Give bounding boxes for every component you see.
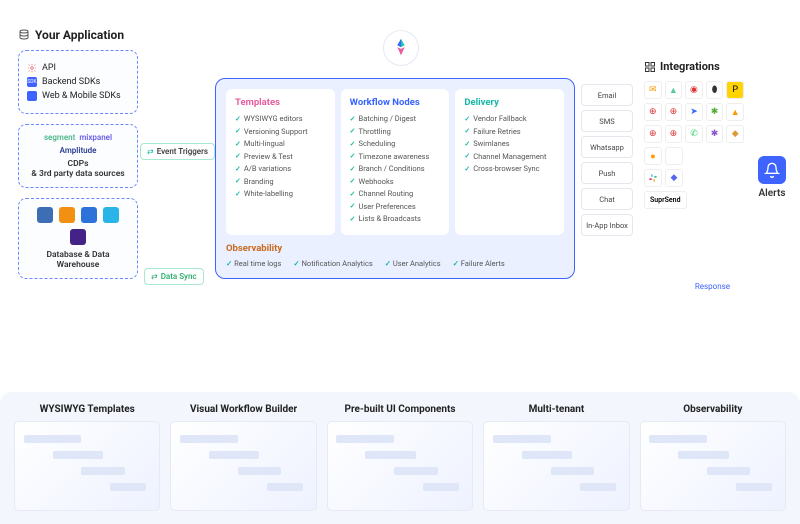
int-row-email: ✉▲◉⬮P	[644, 81, 744, 99]
slack-icon	[644, 169, 662, 187]
thumbnail	[327, 421, 473, 511]
feature-item: Throttling	[350, 127, 441, 136]
feature-item: Channel Routing	[350, 189, 441, 198]
feature-item: White-labelling	[235, 189, 326, 198]
feature-item: Vendor Fallback	[464, 114, 555, 123]
postgres-icon	[37, 207, 53, 223]
sdk-icon: SDK	[27, 77, 37, 87]
workflow-title: Workflow Nodes	[350, 97, 441, 108]
workflow-list: Batching / Digest Throttling Scheduling Tim…	[350, 114, 441, 223]
snowflake-icon	[103, 207, 119, 223]
feature-item: Timezone awareness	[350, 152, 441, 161]
clickhouse-icon	[70, 229, 86, 245]
channel-sms: SMS	[581, 110, 633, 132]
cdp-box: segment mixpanel Amplitude CDPs & 3rd pa…	[18, 124, 138, 188]
feature-card: Observability	[640, 404, 786, 511]
event-triggers-pill: ⇄Event Triggers	[140, 143, 215, 160]
int-row-whatsapp: ⊕⊕✆✱◆	[644, 125, 744, 143]
feature-item: Lists & Broadcasts	[350, 214, 441, 223]
channel-in-app-inbox: In-App Inbox	[581, 214, 633, 236]
feature-item: Failure Retries	[464, 127, 555, 136]
response-label: Response	[695, 282, 730, 291]
sdk-backend: SDKBackend SDKs	[27, 77, 129, 87]
db-box: Database & Data Warehouse	[18, 198, 138, 279]
app-title-text: Your Application	[35, 28, 124, 42]
stack-icon	[18, 29, 30, 41]
mobile-icon	[27, 91, 37, 101]
feature-card: Pre-built UI Components	[327, 404, 473, 511]
cdp-logos: segment mixpanel Amplitude	[27, 133, 129, 155]
feature-item: Webhooks	[350, 177, 441, 186]
feature-card: Multi-tenant	[483, 404, 629, 511]
feature-card: Visual Workflow Builder	[170, 404, 316, 511]
features-strip: WYSIWYG TemplatesVisual Workflow Builder…	[0, 392, 800, 524]
int-row-push: ●	[644, 147, 744, 165]
your-application-column: Your Application API SDKBackend SDKs Web…	[18, 28, 138, 289]
int-row-sms: ⊕⊕➤✱▲	[644, 103, 744, 121]
delivery-title: Delivery	[464, 97, 555, 108]
alerts-label: Alerts	[758, 188, 786, 199]
feature-item: WYSIWYG editors	[235, 114, 326, 123]
integrations-title: Integrations	[644, 60, 744, 73]
channel-push: Push	[581, 162, 633, 184]
thumbnail	[483, 421, 629, 511]
observability-section: Observability Real time logsNotification…	[226, 243, 564, 268]
feature-item: Batching / Digest	[350, 114, 441, 123]
observability-list: Real time logsNotification AnalyticsUser…	[226, 259, 564, 268]
alerts-block: Alerts	[758, 156, 786, 199]
int-row-chat: ◆	[644, 169, 744, 187]
feature-item: Branch / Conditions	[350, 164, 441, 173]
channel-chat: Chat	[581, 188, 633, 210]
thumbnail	[14, 421, 160, 511]
feature-item: User Preferences	[350, 202, 441, 211]
delivery-card: Delivery Vendor Fallback Failure Retries S…	[455, 89, 564, 235]
data-sync-pill: ⇄Data Sync	[144, 268, 204, 285]
thumbnail	[170, 421, 316, 511]
logo-icon	[390, 37, 412, 59]
templates-title: Templates	[235, 97, 326, 108]
feature-item: Swimlanes	[464, 139, 555, 148]
grid-icon	[644, 61, 656, 73]
workflow-card: Workflow Nodes Batching / Digest Throttli…	[341, 89, 450, 235]
bell-icon	[758, 156, 786, 184]
channel-email: Email	[581, 84, 633, 106]
your-application-title: Your Application	[18, 28, 138, 42]
observability-title: Observability	[226, 243, 564, 254]
channel-whatsapp: Whatsapp	[581, 136, 633, 158]
feature-item: Multi-lingual	[235, 139, 326, 148]
feature-item: A/B variations	[235, 164, 326, 173]
delivery-list: Vendor Fallback Failure Retries Swimlanes C…	[464, 114, 555, 173]
bigquery-icon	[81, 207, 97, 223]
suprsend-logo	[383, 30, 419, 66]
feature-item: Channel Management	[464, 152, 555, 161]
feature-item: Versioning Support	[235, 127, 326, 136]
int-row-inapp: SuprSend	[644, 191, 744, 209]
integrations-column: Integrations ✉▲◉⬮P ⊕⊕➤✱▲ ⊕⊕✆✱◆ ● ◆ SuprS…	[644, 60, 744, 213]
templates-card: Templates WYSIWYG editors Versioning Supp…	[226, 89, 335, 235]
templates-list: WYSIWYG editors Versioning Support Multi-l…	[235, 114, 326, 198]
mysql-icon	[59, 207, 75, 223]
sdk-box: API SDKBackend SDKs Web & Mobile SDKs	[18, 50, 138, 114]
cdp-label: CDPs & 3rd party data sources	[27, 159, 129, 179]
channels-column: Email SMS Whatsapp Push Chat In-App Inbox	[581, 84, 633, 240]
feature-item: Cross-browser Sync	[464, 164, 555, 173]
sdk-web: Web & Mobile SDKs	[27, 91, 129, 101]
feature-card: WYSIWYG Templates	[14, 404, 160, 511]
center-panel: Templates WYSIWYG editors Versioning Supp…	[215, 78, 575, 279]
db-label: Database & Data Warehouse	[27, 250, 129, 270]
sdk-api: API	[27, 63, 129, 73]
db-logos	[27, 207, 129, 245]
feature-item: Preview & Test	[235, 152, 326, 161]
feature-item: Branding	[235, 177, 326, 186]
thumbnail	[640, 421, 786, 511]
feature-item: Scheduling	[350, 139, 441, 148]
api-icon	[27, 63, 37, 73]
